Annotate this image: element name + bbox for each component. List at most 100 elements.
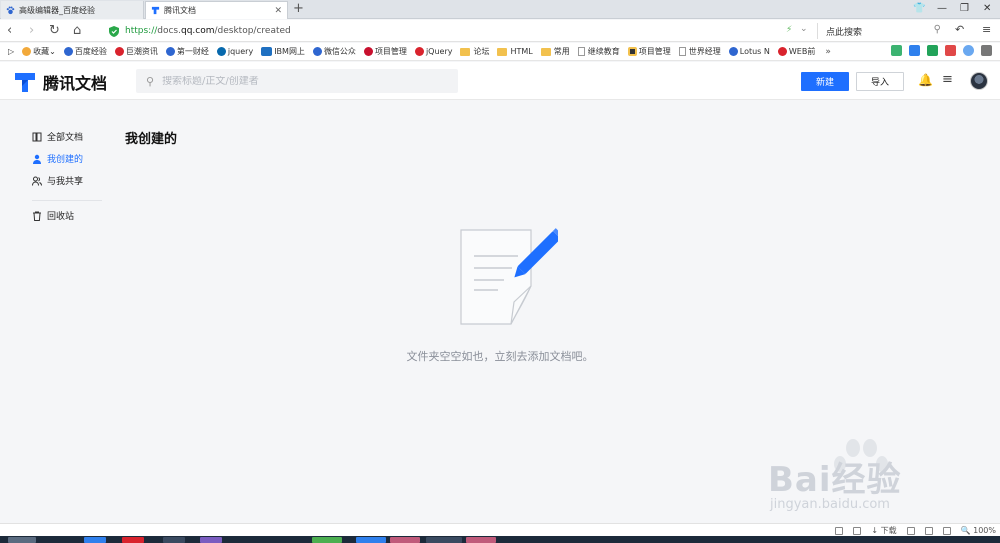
chevron-down-icon[interactable]: ⌄ [800, 24, 808, 34]
app-logo[interactable]: 腾讯文档 [13, 70, 107, 94]
bookmark-folder[interactable]: 常用 [540, 46, 570, 57]
sound-icon[interactable] [942, 526, 951, 535]
avatar[interactable] [970, 72, 988, 90]
taskbar-item[interactable] [390, 537, 420, 543]
tab-close-icon[interactable]: ✕ [274, 6, 282, 16]
sidebar-item-trash[interactable]: 回收站 [32, 209, 74, 222]
bookmark-label: WEB前 [788, 47, 816, 56]
sidebar-item-shared[interactable]: 与我共享 [32, 174, 83, 187]
download-label: 下载 [880, 526, 897, 535]
bookmarks-toggle-icon[interactable]: ▷ [8, 47, 14, 56]
app-name: 腾讯文档 [43, 74, 108, 93]
browser-search-field[interactable]: 点此搜索 ⚲ [817, 23, 945, 39]
bookmark-label: Lotus N [739, 47, 770, 56]
taskbar-item[interactable] [163, 537, 185, 543]
close-window-icon[interactable]: ✕ [983, 2, 991, 16]
import-button[interactable]: 导入 [856, 72, 904, 91]
doc-search-box[interactable]: ⚲ [136, 69, 458, 93]
folder-icon [540, 47, 551, 56]
taskbar-item[interactable] [466, 537, 496, 543]
browser-menu-icon[interactable]: ≡ [982, 23, 991, 36]
menu-icon[interactable]: ≡ [942, 72, 953, 87]
bookmark-item[interactable]: IBM网上 [261, 46, 305, 57]
bookmark-label: 第一财经 [176, 47, 209, 56]
bookmark-item[interactable]: jquery [216, 47, 253, 56]
bookmark-item[interactable]: 第一财经 [165, 46, 209, 57]
bookmark-item[interactable]: 巨潮资讯 [114, 46, 158, 57]
back-icon[interactable]: ‹ [7, 23, 12, 39]
taskbar-item[interactable] [426, 537, 462, 543]
taskbar-item[interactable] [200, 537, 222, 543]
bookmark-item[interactable]: 项目管理 [363, 46, 407, 57]
bookmarks-more-button[interactable]: » [825, 47, 831, 57]
screenshot-icon[interactable] [924, 526, 933, 535]
bookmark-folder[interactable]: HTML [497, 47, 533, 56]
shirt-icon[interactable]: 👕 [913, 2, 925, 16]
bookmark-item[interactable]: 继续教育 [577, 46, 620, 57]
document-icon [678, 47, 686, 56]
search-icon: ⚲ [146, 74, 155, 88]
taskbar-item[interactable] [312, 537, 342, 543]
bookmark-item[interactable]: 微信公众 [312, 46, 356, 57]
os-taskbar [0, 536, 1000, 543]
bookmark-item[interactable]: jQuery [414, 47, 452, 56]
sidebar-item-all-docs[interactable]: 全部文档 [32, 130, 83, 143]
library-icon [32, 132, 42, 141]
bookmark-label: 项目管理 [638, 47, 671, 56]
address-bar: ‹ › ↻ ⌂ https:// docs. qq.com /desktop/c… [0, 20, 1000, 42]
bookmark-label: 项目管理 [374, 47, 407, 56]
tencent-docs-logo-icon [151, 6, 160, 15]
browser-tab-baidu-jingyan[interactable]: 高级编辑器_百度经验 [1, 1, 144, 19]
grid-menu-icon[interactable] [981, 45, 992, 56]
taskbar-item[interactable] [122, 537, 144, 543]
forward-icon[interactable]: › [29, 23, 34, 39]
sidebar-item-created[interactable]: 我创建的 [32, 152, 83, 165]
bookmark-item[interactable]: 百度经验 [63, 46, 107, 57]
reload-icon[interactable]: ↻ [49, 23, 60, 39]
taskbar-item[interactable] [84, 537, 106, 543]
scissors-icon[interactable] [945, 45, 956, 56]
bookmark-item[interactable]: 项目管理 [627, 46, 671, 57]
jquery-icon [216, 47, 226, 56]
folder-icon [497, 47, 508, 56]
bookmark-favorites[interactable]: 收藏 ⌄ [22, 46, 56, 57]
watermark-url: jingyan.baidu.com [770, 497, 890, 512]
browser-tab-tencent-docs[interactable]: 腾讯文档 ✕ [145, 1, 288, 19]
minimize-icon[interactable]: — [937, 2, 947, 16]
taskbar-item[interactable] [8, 537, 36, 543]
url-path: /desktop/created [214, 26, 291, 36]
bookmark-folder[interactable]: 论坛 [460, 46, 489, 57]
speed-icon[interactable] [835, 526, 844, 535]
new-doc-button[interactable]: 新建 [801, 72, 849, 91]
url-field[interactable]: https:// docs. qq.com /desktop/created [105, 22, 817, 40]
new-tab-button[interactable]: + [293, 2, 304, 16]
sidebar-divider [32, 200, 102, 201]
search-icon[interactable]: ⚲ [934, 24, 941, 35]
tab-title: 腾讯文档 [164, 6, 196, 15]
baidu-paw-icon [6, 6, 15, 14]
taskbar-item[interactable] [356, 537, 386, 543]
extension-green-icon[interactable] [891, 45, 902, 56]
ibm-icon [261, 47, 273, 56]
sidebar-item-label: 我创建的 [47, 155, 84, 165]
bookmark-label: 论坛 [473, 47, 490, 56]
doc-search-input[interactable] [162, 75, 443, 87]
bookmark-item[interactable]: 世界经理 [678, 46, 721, 57]
browser-tab-strip: 高级编辑器_百度经验 腾讯文档 ✕ + 👕 — ❐ ✕ [0, 0, 1000, 19]
bookmark-item[interactable]: Lotus N [728, 47, 770, 56]
extension-chat-icon[interactable] [963, 45, 974, 56]
extension-translate-icon[interactable] [927, 45, 938, 56]
bookmark-label: 收藏 [33, 47, 50, 56]
download-status[interactable]: ↓ 下载 [871, 525, 896, 536]
tool-icon[interactable] [906, 526, 915, 535]
extension-blue-icon[interactable] [909, 45, 920, 56]
restore-icon[interactable]: ❐ [960, 2, 969, 16]
bookmark-item[interactable]: WEB前 [777, 46, 816, 57]
zoom-level[interactable]: 🔍 100% [961, 526, 996, 535]
lightning-icon[interactable]: ⚡ [786, 25, 792, 35]
undo-icon[interactable]: ↶ [955, 23, 964, 36]
pin-icon[interactable] [853, 526, 862, 535]
bell-icon[interactable]: 🔔 [918, 73, 933, 87]
home-icon[interactable]: ⌂ [73, 23, 81, 39]
sidebar-item-label: 与我共享 [47, 177, 84, 187]
